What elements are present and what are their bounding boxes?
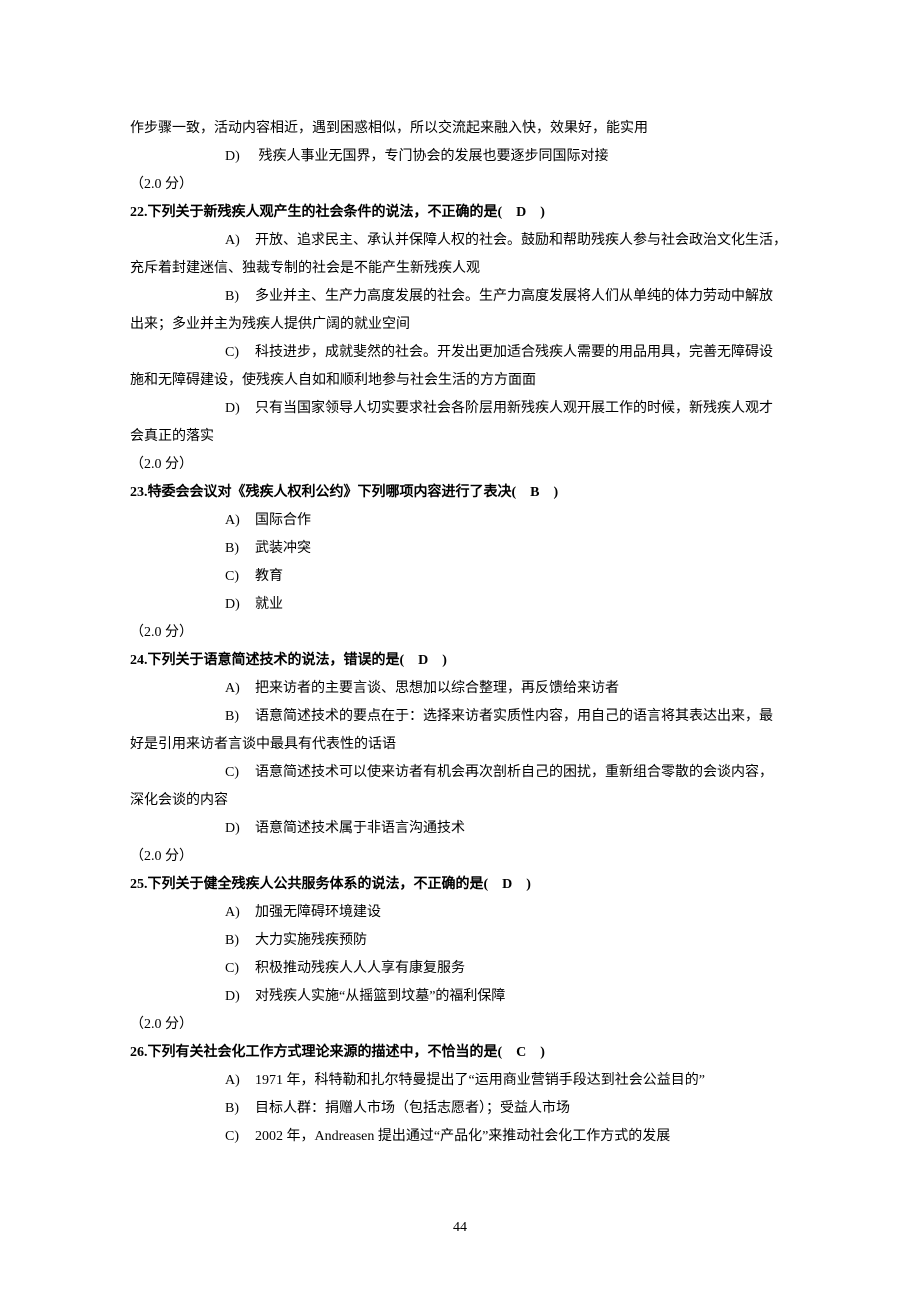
q23-option-d: D)就业 <box>130 591 790 619</box>
q24-stem: 24.下列关于语意简述技术的说法，错误的是( D ) <box>130 647 790 675</box>
q23-option-c: C)教育 <box>130 563 790 591</box>
option-label: A) <box>225 227 255 255</box>
q22-option-a-cont: 充斥着封建迷信、独裁专制的社会是不能产生新残疾人观 <box>130 255 790 283</box>
option-label: A) <box>225 1067 255 1095</box>
score-q22: （2.0 分） <box>130 451 790 479</box>
q22-option-c-cont: 施和无障碍建设，使残疾人自如和顺利地参与社会生活的方方面面 <box>130 367 790 395</box>
option-text: 语意简述技术的要点在于：选择来访者实质性内容，用自己的语言将其表达出来，最 <box>255 709 773 724</box>
stem-prefix: 24.下列关于语意简述技术的说法，错误的是( <box>130 653 404 668</box>
stem-suffix: ) <box>540 205 545 220</box>
q22-option-b: B)多业并主、生产力高度发展的社会。生产力高度发展将人们从单纯的体力劳动中解放 <box>130 283 790 311</box>
option-text: 语意简述技术属于非语言沟通技术 <box>255 821 465 836</box>
option-label: B) <box>225 283 255 311</box>
q26-option-b: B)目标人群：捐赠人市场（包括志愿者）；受益人市场 <box>130 1095 790 1123</box>
option-label: C) <box>225 563 255 591</box>
q24-option-a: A)把来访者的主要言谈、思想加以综合整理，再反馈给来访者 <box>130 675 790 703</box>
q23-stem: 23.特委会会议对《残疾人权利公约》下列哪项内容进行了表决( B ) <box>130 479 790 507</box>
q24-option-d: D)语意简述技术属于非语言沟通技术 <box>130 815 790 843</box>
option-label: C) <box>225 1123 255 1151</box>
q22-option-d: D)只有当国家领导人切实要求社会各阶层用新残疾人观开展工作的时候，新残疾人观才 <box>130 395 790 423</box>
q24-option-b: B)语意简述技术的要点在于：选择来访者实质性内容，用自己的语言将其表达出来，最 <box>130 703 790 731</box>
stem-suffix: ) <box>526 877 531 892</box>
option-label: B) <box>225 927 255 955</box>
q26-answer: C <box>502 1045 540 1060</box>
option-text: 大力实施残疾预防 <box>255 933 367 948</box>
score-q25: （2.0 分） <box>130 1011 790 1039</box>
option-text: 教育 <box>255 569 283 584</box>
option-label: C) <box>225 955 255 983</box>
intro-continuation: 作步骤一致，活动内容相近，遇到困惑相似，所以交流起来融入快，效果好，能实用 <box>130 115 790 143</box>
option-label: A) <box>225 507 255 535</box>
option-text: 1971 年，科特勒和扎尔特曼提出了“运用商业营销手段达到社会公益目的” <box>255 1073 705 1088</box>
q25-answer: D <box>488 877 526 892</box>
q24-option-c-cont: 深化会谈的内容 <box>130 787 790 815</box>
intro-option-d: D) 残疾人事业无国界，专门协会的发展也要逐步同国际对接 <box>130 143 790 171</box>
option-label: D) <box>225 395 255 423</box>
q23-option-a: A)国际合作 <box>130 507 790 535</box>
option-text: 加强无障碍环境建设 <box>255 905 381 920</box>
q25-option-b: B)大力实施残疾预防 <box>130 927 790 955</box>
option-label-d: D) <box>225 143 255 171</box>
q24-option-c: C)语意简述技术可以使来访者有机会再次剖析自己的困扰，重新组合零散的会谈内容， <box>130 759 790 787</box>
option-text: 残疾人事业无国界，专门协会的发展也要逐步同国际对接 <box>259 149 609 164</box>
stem-suffix: ) <box>540 1045 545 1060</box>
q26-stem: 26.下列有关社会化工作方式理论来源的描述中，不恰当的是( C ) <box>130 1039 790 1067</box>
option-label: B) <box>225 703 255 731</box>
option-label: C) <box>225 339 255 367</box>
q25-option-c: C)积极推动残疾人人人享有康复服务 <box>130 955 790 983</box>
q26-option-c: C)2002 年，Andreasen 提出通过“产品化”来推动社会化工作方式的发… <box>130 1123 790 1151</box>
option-text: 目标人群：捐赠人市场（包括志愿者）；受益人市场 <box>255 1101 570 1116</box>
option-label: A) <box>225 899 255 927</box>
q23-answer: B <box>516 485 553 500</box>
option-text: 2002 年，Andreasen 提出通过“产品化”来推动社会化工作方式的发展 <box>255 1129 670 1144</box>
q24-option-b-cont: 好是引用来访者言谈中最具有代表性的话语 <box>130 731 790 759</box>
option-label: B) <box>225 535 255 563</box>
option-text: 语意简述技术可以使来访者有机会再次剖析自己的困扰，重新组合零散的会谈内容， <box>255 765 773 780</box>
option-text: 就业 <box>255 597 283 612</box>
q25-option-a: A)加强无障碍环境建设 <box>130 899 790 927</box>
q22-option-c: C)科技进步，成就斐然的社会。开发出更加适合残疾人需要的用品用具，完善无障碍设 <box>130 339 790 367</box>
option-text: 武装冲突 <box>255 541 311 556</box>
score-q24: （2.0 分） <box>130 843 790 871</box>
stem-prefix: 26.下列有关社会化工作方式理论来源的描述中，不恰当的是( <box>130 1045 502 1060</box>
option-text: 科技进步，成就斐然的社会。开发出更加适合残疾人需要的用品用具，完善无障碍设 <box>255 345 773 360</box>
q22-answer: D <box>502 205 540 220</box>
q25-stem: 25.下列关于健全残疾人公共服务体系的说法，不正确的是( D ) <box>130 871 790 899</box>
score-q23: （2.0 分） <box>130 619 790 647</box>
page-number: 44 <box>453 1214 467 1242</box>
option-label: B) <box>225 1095 255 1123</box>
option-text: 对残疾人实施“从摇篮到坟墓”的福利保障 <box>255 989 505 1004</box>
q25-option-d: D)对残疾人实施“从摇篮到坟墓”的福利保障 <box>130 983 790 1011</box>
q22-option-b-cont: 出来；多业并主为残疾人提供广阔的就业空间 <box>130 311 790 339</box>
option-label: C) <box>225 759 255 787</box>
q22-option-d-cont: 会真正的落实 <box>130 423 790 451</box>
score-intro: （2.0 分） <box>130 171 790 199</box>
option-text: 多业并主、生产力高度发展的社会。生产力高度发展将人们从单纯的体力劳动中解放 <box>255 289 773 304</box>
option-label: A) <box>225 675 255 703</box>
option-label: D) <box>225 983 255 1011</box>
q26-option-a: A)1971 年，科特勒和扎尔特曼提出了“运用商业营销手段达到社会公益目的” <box>130 1067 790 1095</box>
stem-suffix: ) <box>442 653 447 668</box>
option-text: 把来访者的主要言谈、思想加以综合整理，再反馈给来访者 <box>255 681 619 696</box>
stem-prefix: 22.下列关于新残疾人观产生的社会条件的说法，不正确的是( <box>130 205 502 220</box>
option-label: D) <box>225 591 255 619</box>
option-text: 只有当国家领导人切实要求社会各阶层用新残疾人观开展工作的时候，新残疾人观才 <box>255 401 773 416</box>
option-text: 国际合作 <box>255 513 311 528</box>
q23-option-b: B)武装冲突 <box>130 535 790 563</box>
option-text: 积极推动残疾人人人享有康复服务 <box>255 961 465 976</box>
stem-prefix: 25.下列关于健全残疾人公共服务体系的说法，不正确的是( <box>130 877 488 892</box>
q22-stem: 22.下列关于新残疾人观产生的社会条件的说法，不正确的是( D ) <box>130 199 790 227</box>
q24-answer: D <box>404 653 442 668</box>
stem-prefix: 23.特委会会议对《残疾人权利公约》下列哪项内容进行了表决( <box>130 485 516 500</box>
q22-option-a: A)开放、追求民主、承认并保障人权的社会。鼓励和帮助残疾人参与社会政治文化生活， <box>130 227 790 255</box>
option-text: 开放、追求民主、承认并保障人权的社会。鼓励和帮助残疾人参与社会政治文化生活， <box>255 233 787 248</box>
stem-suffix: ) <box>554 485 559 500</box>
option-label: D) <box>225 815 255 843</box>
